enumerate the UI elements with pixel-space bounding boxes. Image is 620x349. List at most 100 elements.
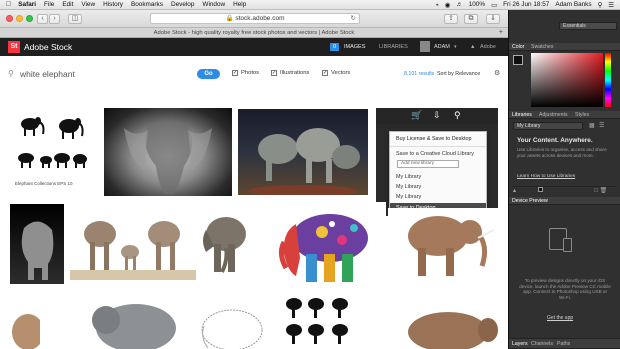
menu-bookmarks[interactable]: Bookmarks xyxy=(131,1,163,8)
checkbox-photos[interactable]: ✓ xyxy=(232,70,238,76)
color-picker-field[interactable] xyxy=(531,53,603,107)
search-input[interactable]: white elephant xyxy=(20,69,75,79)
result-image-elephant-brown[interactable] xyxy=(402,304,498,349)
delete-icon[interactable]: 🗑 xyxy=(600,188,608,194)
layers-panel-header: Layers Channels Paths xyxy=(509,338,620,349)
device-preview-title: Device Preview xyxy=(512,198,548,204)
nav-libraries[interactable]: LIBRARIES xyxy=(379,43,408,51)
sort-select[interactable]: Sort by Relevance xyxy=(437,71,480,77)
menu-window[interactable]: Window xyxy=(202,1,225,8)
menubar-user[interactable]: Adam Banks xyxy=(555,1,591,8)
hue-slider[interactable] xyxy=(605,53,611,107)
adobe-logo-icon[interactable]: ▲ xyxy=(470,43,475,51)
checkbox-vectors[interactable]: ✓ xyxy=(322,70,328,76)
menu-app-name[interactable]: Safari xyxy=(18,1,36,8)
checkbox-illustrations[interactable]: ✓ xyxy=(271,70,277,76)
result-image-elephant-bw[interactable] xyxy=(104,108,232,196)
bluetooth-icon[interactable]: ⁌ xyxy=(436,1,439,9)
menu-edit[interactable]: Edit xyxy=(62,1,73,8)
menu-develop[interactable]: Develop xyxy=(171,1,194,8)
workspace-select[interactable]: Essentials xyxy=(559,22,617,30)
cart-add-icon[interactable]: 🛒 xyxy=(411,110,422,121)
address-bar[interactable]: 🔒 stock.adobe.com ↻ xyxy=(150,13,360,24)
notification-center-icon[interactable]: ☰ xyxy=(608,1,614,9)
menu-help[interactable]: Help xyxy=(233,1,246,8)
filter-vectors[interactable]: ✓ Vectors xyxy=(322,70,350,76)
go-button[interactable]: Go xyxy=(197,69,220,79)
tab-title[interactable]: Adobe Stock - high quality royalty free … xyxy=(154,30,355,36)
menu-view[interactable]: View xyxy=(81,1,95,8)
library-color-swatch[interactable] xyxy=(537,187,543,192)
buy-license-item[interactable]: Buy License & Save to Desktop xyxy=(396,136,472,142)
stock-logo[interactable]: St xyxy=(8,41,20,53)
elephant-family-graphic xyxy=(70,221,196,280)
settings-gear-icon[interactable]: ⚙ xyxy=(494,69,500,77)
result-image-elephant-silhouettes[interactable]: Elephant Collections EPS 10 xyxy=(12,106,94,188)
tab-channels[interactable]: Channels xyxy=(531,341,553,347)
list-view-icon[interactable]: ☰ xyxy=(599,122,604,129)
adobe-link[interactable]: Adobe xyxy=(480,43,496,51)
result-image-elephant-walking[interactable] xyxy=(388,208,504,282)
cart-count-badge[interactable]: 0 xyxy=(330,43,339,51)
minimize-window-icon[interactable] xyxy=(16,15,23,22)
library-select[interactable]: My Library xyxy=(513,122,583,130)
result-image-elephant-patterned[interactable] xyxy=(262,202,386,288)
get-the-app-link[interactable]: Get the app xyxy=(547,315,573,321)
close-window-icon[interactable] xyxy=(6,15,13,22)
result-image-elephant-grey[interactable] xyxy=(86,296,178,349)
result-image-elephant-icons[interactable] xyxy=(280,294,360,349)
add-content-icon[interactable]: ▴ xyxy=(513,188,516,194)
downloads-icon[interactable]: ⇓ xyxy=(486,14,500,24)
forward-button[interactable]: › xyxy=(49,14,60,24)
nav-images[interactable]: IMAGES xyxy=(344,43,365,51)
spotlight-icon[interactable]: ⚲ xyxy=(598,1,603,9)
result-image-elephant-family[interactable] xyxy=(70,208,196,282)
filter-illustrations[interactable]: ✓ Illustrations xyxy=(271,70,309,76)
result-image-elephant-portrait[interactable] xyxy=(10,204,64,284)
user-menu[interactable]: ADAM xyxy=(434,43,450,51)
reload-icon[interactable]: ↻ xyxy=(351,14,356,24)
tab-styles[interactable]: Styles xyxy=(575,112,589,118)
tab-swatches[interactable]: Swatches xyxy=(531,44,554,50)
stock-brand[interactable]: Adobe Stock xyxy=(24,41,72,53)
zoom-window-icon[interactable] xyxy=(26,15,33,22)
menu-file[interactable]: File xyxy=(44,1,54,8)
avatar[interactable] xyxy=(420,41,430,52)
download-icon[interactable]: ⇩ xyxy=(433,110,441,121)
wifi-icon[interactable]: ◉ xyxy=(445,1,451,9)
battery-icon[interactable]: ▭ xyxy=(491,1,497,9)
new-library-input[interactable]: Add new library xyxy=(397,160,459,168)
learn-libraries-link[interactable]: Learn How to Use Libraries xyxy=(517,174,575,179)
new-tab-icon[interactable]: + xyxy=(499,28,503,38)
share-icon[interactable]: ⇪ xyxy=(444,14,458,24)
back-button[interactable]: ‹ xyxy=(37,14,48,24)
chevron-down-icon[interactable]: ▾ xyxy=(454,43,457,51)
library-item-3[interactable]: My Library xyxy=(396,194,421,200)
result-image-elephant-sketch[interactable] xyxy=(196,296,268,349)
tabs-overview-icon[interactable]: ⧉ xyxy=(464,14,478,24)
find-similar-icon[interactable]: ⚲ xyxy=(454,110,461,121)
menubar-datetime[interactable]: Fri 26 Jun 18:57 xyxy=(503,1,549,8)
search-row: ⚲ white elephant Go ✓ Photos ✓ Illustratio… xyxy=(0,56,508,90)
circus-elephants-graphic xyxy=(248,128,360,195)
result-image-circus-elephants[interactable] xyxy=(238,109,368,195)
library-item-1[interactable]: My Library xyxy=(396,174,421,180)
new-library-icon[interactable]: □ xyxy=(594,188,598,194)
sidebar-toggle-icon[interactable]: ◫ xyxy=(68,14,82,24)
apple-icon[interactable]:  xyxy=(6,1,11,8)
library-item-2[interactable]: My Library xyxy=(396,184,421,190)
volume-icon[interactable]: ♬ xyxy=(456,1,462,8)
foreground-color-swatch[interactable] xyxy=(513,55,523,65)
result-image-elephant-standing[interactable] xyxy=(196,208,254,280)
tab-color[interactable]: Color xyxy=(512,44,524,50)
result-image-elephant-partial-1[interactable] xyxy=(10,296,40,349)
menu-history[interactable]: History xyxy=(103,1,123,8)
filter-photos[interactable]: ✓ Photos xyxy=(232,70,259,76)
libraries-promo-text: Use Libraries to organise, access and sh… xyxy=(517,147,607,158)
tab-libraries[interactable]: Libraries xyxy=(512,112,532,118)
battery-percent[interactable]: 100% xyxy=(469,1,485,8)
tab-paths[interactable]: Paths xyxy=(557,341,570,347)
tab-adjustments[interactable]: Adjustments xyxy=(539,112,568,118)
grid-view-icon[interactable]: ▦ xyxy=(589,122,595,129)
tab-layers[interactable]: Layers xyxy=(512,341,528,347)
